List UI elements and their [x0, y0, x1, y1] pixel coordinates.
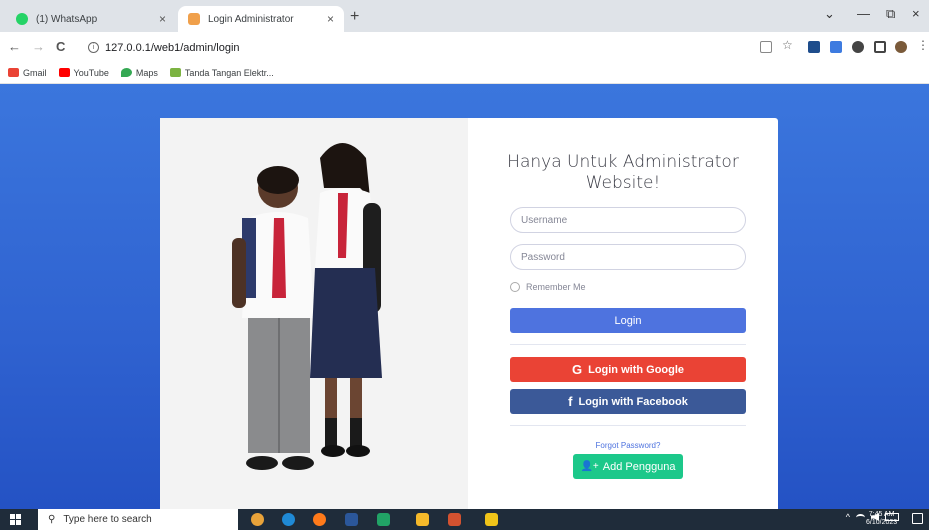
taskview-icon[interactable]: [251, 513, 264, 526]
students-image: [160, 118, 468, 509]
facebook-icon: f: [568, 394, 573, 409]
taskbar-clock[interactable]: 7:45 AM 6/10/2023: [866, 511, 897, 527]
divider: [510, 344, 746, 345]
maps-icon: [120, 68, 132, 77]
minimize-button[interactable]: —: [857, 6, 870, 21]
bookmarks-bar: Gmail YouTube Maps Tanda Tangan Elektr..…: [0, 62, 929, 84]
signature-icon: [169, 68, 181, 77]
clock-time: 7:45 AM: [868, 511, 895, 518]
google-icon: G: [571, 362, 583, 377]
profile-avatar[interactable]: [895, 41, 907, 53]
firefox-icon[interactable]: [313, 513, 326, 526]
add-user-icon: 👤+: [580, 461, 599, 472]
login-card: Hanya Untuk Administrator Website! Remem…: [160, 118, 778, 509]
add-pengguna-button[interactable]: 👤+ Add Pengguna: [573, 454, 683, 479]
side-panel-icon[interactable]: [874, 41, 886, 53]
site-favicon-icon: [188, 13, 200, 25]
network-icon[interactable]: [856, 513, 865, 521]
address-toolbar: ← → C i 127.0.0.1/web1/admin/login ☆ ⋮: [0, 32, 929, 62]
url-text: 127.0.0.1/web1/admin/login: [105, 41, 240, 54]
taskbar: ⚲ Type here to search ^ 7:45 AM 6/10/202…: [0, 509, 929, 530]
students-illustration: [160, 118, 468, 509]
forward-button[interactable]: →: [32, 39, 45, 54]
bookmark-tanda-tangan[interactable]: Tanda Tangan Elektr...: [169, 67, 274, 78]
file-explorer-icon[interactable]: [416, 513, 429, 526]
bookmark-gmail[interactable]: Gmail: [8, 68, 47, 78]
remember-me-label: Remember Me: [526, 282, 586, 292]
browser-tab-strip: (1) WhatsApp × Login Administrator × + ⌄…: [0, 0, 929, 32]
login-heading: Hanya Untuk Administrator Website!: [507, 152, 739, 193]
close-window-button[interactable]: ×: [912, 6, 920, 21]
tray-expand-icon[interactable]: ^: [846, 512, 850, 522]
maximize-button[interactable]: ⧉: [886, 6, 895, 22]
bookmark-label: YouTube: [73, 67, 109, 78]
forgot-password-link[interactable]: Forgot Password?: [510, 441, 746, 450]
login-facebook-button[interactable]: f Login with Facebook: [510, 389, 746, 414]
gmail-icon: [8, 68, 19, 77]
login-facebook-label: Login with Facebook: [578, 395, 688, 408]
whatsapp-favicon-icon: [16, 13, 28, 25]
login-button[interactable]: Login: [510, 308, 746, 333]
tab-search-icon[interactable]: ⌄: [824, 6, 835, 22]
username-input[interactable]: [510, 207, 746, 233]
clock-date: 6/10/2023: [866, 519, 898, 526]
share-icon[interactable]: [760, 41, 772, 53]
taskbar-search-placeholder: Type here to search: [63, 514, 152, 525]
extension-icon[interactable]: [808, 41, 820, 53]
edge-icon[interactable]: [282, 513, 295, 526]
back-button[interactable]: ←: [8, 39, 21, 54]
divider: [510, 425, 746, 426]
tab-title: Login Administrator: [208, 13, 294, 25]
bookmark-label: Maps: [135, 67, 158, 78]
login-google-label: Login with Google: [588, 363, 685, 376]
site-info-icon[interactable]: i: [88, 42, 99, 53]
taskbar-search[interactable]: ⚲ Type here to search: [38, 509, 238, 530]
word-icon[interactable]: [345, 513, 358, 526]
excel-icon[interactable]: [377, 513, 390, 526]
extensions-puzzle-icon[interactable]: [852, 41, 864, 53]
remember-me[interactable]: Remember Me: [510, 282, 586, 292]
notification-icon[interactable]: [912, 513, 923, 524]
search-icon: ⚲: [48, 514, 56, 525]
powerpoint-icon[interactable]: [448, 513, 461, 526]
sublime-text-icon[interactable]: [485, 513, 498, 526]
tab-close-icon[interactable]: ×: [327, 12, 334, 26]
url-bar[interactable]: i 127.0.0.1/web1/admin/login: [80, 37, 740, 58]
tab-close-icon[interactable]: ×: [159, 12, 166, 26]
tab-login-administrator[interactable]: Login Administrator ×: [178, 6, 344, 32]
bookmark-youtube[interactable]: YouTube: [58, 67, 109, 78]
windows-start-icon[interactable]: [10, 514, 21, 525]
login-google-button[interactable]: G Login with Google: [510, 357, 746, 382]
reload-button[interactable]: C: [56, 39, 65, 54]
login-page: Hanya Untuk Administrator Website! Remem…: [0, 84, 929, 509]
extension-icon[interactable]: [830, 41, 842, 53]
tab-title: (1) WhatsApp: [36, 13, 98, 25]
add-pengguna-label: Add Pengguna: [602, 460, 676, 473]
login-form: Hanya Untuk Administrator Website! Remem…: [468, 118, 778, 509]
tab-whatsapp[interactable]: (1) WhatsApp ×: [6, 6, 176, 32]
remember-me-checkbox[interactable]: [510, 282, 520, 292]
password-input[interactable]: [510, 244, 746, 270]
youtube-icon: [58, 68, 70, 77]
bookmark-label: Tanda Tangan Elektr...: [184, 67, 274, 78]
bookmark-star-icon[interactable]: ☆: [782, 38, 794, 52]
bookmark-maps[interactable]: Maps: [120, 67, 158, 78]
menu-dots-icon[interactable]: ⋮: [917, 38, 929, 52]
bookmark-label: Gmail: [23, 67, 47, 78]
new-tab-button[interactable]: +: [350, 8, 359, 26]
